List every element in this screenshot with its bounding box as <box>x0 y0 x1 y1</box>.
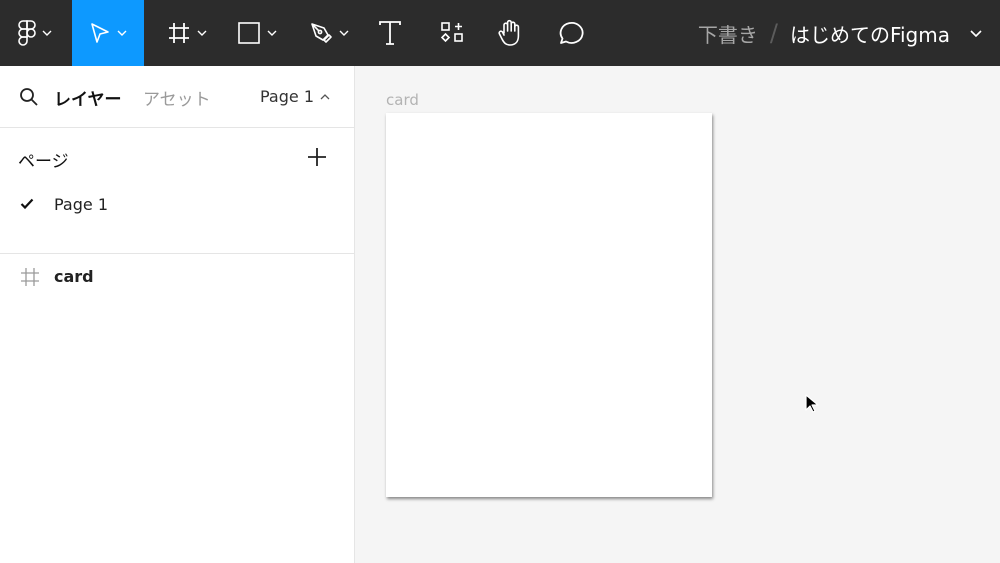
main-menu-button[interactable] <box>6 0 64 66</box>
left-panel: レイヤー アセット Page 1 ページ Page 1 card <box>0 66 355 563</box>
page-selector-label: Page 1 <box>260 87 314 106</box>
frame-tool-button[interactable] <box>158 0 216 66</box>
search-icon[interactable] <box>18 86 40 108</box>
file-title-breadcrumb[interactable]: 下書き / はじめてのFigma <box>698 0 982 66</box>
checkmark-icon <box>20 198 34 210</box>
hand-icon <box>498 19 520 46</box>
pages-section: ページ Page 1 <box>0 128 354 254</box>
canvas[interactable]: card <box>356 66 1000 563</box>
frame-icon <box>21 268 39 286</box>
frame-icon <box>169 23 189 43</box>
tab-assets[interactable]: アセット <box>143 85 211 110</box>
file-name[interactable]: はじめてのFigma <box>790 19 950 48</box>
chevron-up-icon <box>320 93 330 99</box>
layer-item-label: card <box>54 267 94 286</box>
hand-tool-button[interactable] <box>488 0 532 66</box>
chevron-down-icon <box>267 30 277 36</box>
chevron-down-icon <box>339 30 349 36</box>
chevron-down-icon <box>197 30 207 36</box>
chevron-down-icon <box>42 30 52 36</box>
page-item[interactable]: Page 1 <box>0 190 354 222</box>
page-selector[interactable]: Page 1 <box>260 87 330 106</box>
top-toolbar: 下書き / はじめてのFigma <box>0 0 1000 66</box>
chevron-down-icon <box>117 30 127 36</box>
breadcrumb-separator: / <box>769 19 778 47</box>
comment-icon <box>559 22 584 44</box>
comment-tool-button[interactable] <box>548 0 592 66</box>
mouse-cursor-icon <box>805 394 819 413</box>
layer-item[interactable]: card <box>0 262 354 294</box>
card-frame[interactable] <box>386 113 712 497</box>
pen-tool-button[interactable] <box>300 0 358 66</box>
page-item-label: Page 1 <box>54 195 108 214</box>
pages-section-title: ページ <box>18 152 69 172</box>
figma-logo-icon <box>18 20 36 46</box>
folder-name[interactable]: 下書き <box>698 19 758 48</box>
move-tool-button[interactable] <box>72 0 144 66</box>
resources-tool-button[interactable] <box>430 0 474 66</box>
rectangle-tool-button[interactable] <box>228 0 286 66</box>
chevron-down-icon[interactable] <box>970 29 982 37</box>
pen-icon <box>311 23 332 43</box>
frame-label[interactable]: card <box>386 91 419 109</box>
cursor-arrow-icon <box>91 23 109 43</box>
panel-tabs: レイヤー アセット Page 1 <box>0 66 354 128</box>
text-icon <box>379 21 401 45</box>
tab-layers[interactable]: レイヤー <box>54 85 122 110</box>
resources-icon <box>440 22 463 43</box>
add-page-icon[interactable] <box>305 145 329 169</box>
text-tool-button[interactable] <box>370 0 410 66</box>
rectangle-icon <box>238 22 260 44</box>
